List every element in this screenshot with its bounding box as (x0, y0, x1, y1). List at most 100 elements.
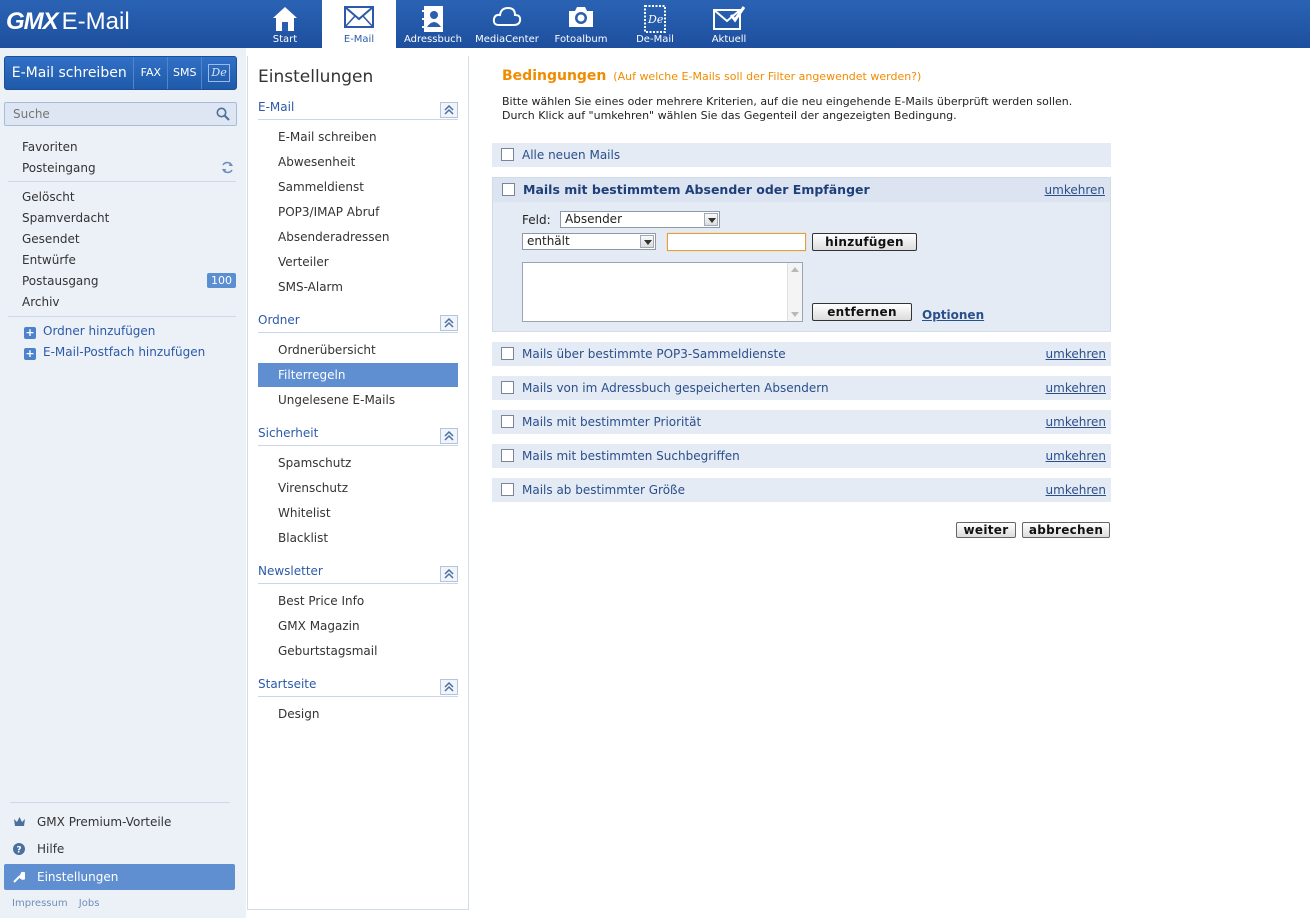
de-mail-compose-button[interactable]: De (202, 57, 236, 89)
nav-tab-start[interactable]: Start (248, 0, 322, 48)
premium-link[interactable]: GMX Premium-Vorteile (4, 809, 235, 835)
settings-item[interactable]: Ordnerübersicht (258, 338, 458, 362)
collapse-button[interactable] (440, 566, 458, 582)
folder-gesendet[interactable]: Gesendet (22, 232, 236, 246)
condition-label[interactable]: Mails über bestimmte POP3-Sammeldienste (522, 347, 786, 361)
options-link[interactable]: Optionen (922, 308, 984, 322)
collapse-button[interactable] (440, 428, 458, 444)
add-folder-link[interactable]: + Ordner hinzufügen (24, 324, 155, 339)
invert-link[interactable]: umkehren (1045, 183, 1105, 197)
sms-button[interactable]: SMS (168, 57, 203, 89)
settings-item[interactable]: Whitelist (258, 501, 458, 525)
condition-checkbox-checked[interactable] (502, 183, 515, 196)
gmx-logo[interactable]: GMX E-Mail (6, 8, 130, 36)
condition-checkbox[interactable] (501, 381, 514, 394)
next-button[interactable]: weiter (956, 522, 1016, 538)
nav-tab-fotoalbum[interactable]: Fotoalbum (544, 0, 618, 48)
nav-tab-email[interactable]: E-Mail (322, 0, 396, 48)
folder-label: Archiv (22, 295, 60, 309)
search-input[interactable] (5, 103, 205, 125)
settings-item[interactable]: Best Price Info (258, 589, 458, 613)
settings-item[interactable]: Virenschutz (258, 476, 458, 500)
footer-links: Impressum Jobs (12, 898, 107, 909)
settings-item[interactable]: Ungelesene E-Mails (258, 388, 458, 412)
settings-item[interactable]: Design (258, 702, 458, 726)
remove-button[interactable]: entfernen (812, 303, 912, 321)
folder-posteingang[interactable]: Posteingang (22, 161, 236, 175)
condition-label[interactable]: Mails ab bestimmter Größe (522, 483, 685, 497)
folder-archiv[interactable]: Archiv (22, 295, 236, 309)
nav-tab-adressbuch[interactable]: Adressbuch (396, 0, 470, 48)
settings-item[interactable]: Spamschutz (258, 451, 458, 475)
add-button[interactable]: hinzufügen (812, 233, 917, 251)
settings-item-active[interactable]: Filterregeln (258, 363, 458, 387)
settings-item[interactable]: GMX Magazin (258, 614, 458, 638)
settings-item[interactable]: Verteiler (258, 250, 458, 274)
condition-label[interactable]: Alle neuen Mails (522, 148, 620, 162)
settings-item[interactable]: Abwesenheit (258, 150, 458, 174)
condition-checkbox[interactable] (501, 347, 514, 360)
operator-select[interactable]: enthält (522, 233, 656, 250)
separator (8, 316, 236, 317)
section-title: Startseite (258, 677, 317, 691)
top-bar: GMX E-Mail Start E-Mail Adressbuch MediaC… (0, 0, 1310, 48)
field-select[interactable]: Absender (560, 211, 720, 228)
settings-item[interactable]: POP3/IMAP Abruf (258, 200, 458, 224)
folder-postausgang[interactable]: Postausgang 100 (22, 273, 236, 288)
fax-button[interactable]: FAX (134, 57, 169, 89)
svg-text:De: De (647, 13, 664, 26)
invert-link[interactable]: umkehren (1046, 449, 1106, 463)
separator (10, 802, 230, 803)
condition-label[interactable]: Mails von im Adressbuch gespeicherten Ab… (522, 381, 829, 395)
invert-link[interactable]: umkehren (1046, 483, 1106, 497)
cancel-button[interactable]: abbrechen (1022, 522, 1110, 538)
folder-spamverdacht[interactable]: Spamverdacht (22, 211, 236, 225)
invert-link[interactable]: umkehren (1046, 381, 1106, 395)
compose-email-button[interactable]: E-Mail schreiben (5, 57, 135, 89)
addressbook-icon (422, 6, 443, 32)
collapse-button[interactable] (440, 102, 458, 118)
settings-item[interactable]: Blacklist (258, 526, 458, 550)
refresh-icon[interactable] (221, 161, 234, 174)
condition-row: Mails ab bestimmter Größe umkehren (492, 478, 1111, 502)
compose-group: E-Mail schreiben FAX SMS De (4, 56, 237, 90)
settings-item[interactable]: E-Mail schreiben (258, 125, 458, 149)
folder-favoriten[interactable]: Favoriten (22, 140, 236, 154)
main-nav: Start E-Mail Adressbuch MediaCenter Foto… (248, 0, 766, 48)
news-envelope-icon (713, 6, 745, 30)
nav-tab-de-mail[interactable]: De De-Mail (618, 0, 692, 48)
help-link[interactable]: ? Hilfe (4, 836, 235, 862)
premium-label: GMX Premium-Vorteile (37, 815, 172, 829)
settings-item[interactable]: SMS-Alarm (258, 275, 458, 299)
condition-checkbox[interactable] (501, 148, 514, 161)
settings-item[interactable]: Geburtstagsmail (258, 639, 458, 663)
folder-geloescht[interactable]: Gelöscht (22, 190, 236, 204)
condition-checkbox[interactable] (501, 449, 514, 462)
condition-checkbox[interactable] (501, 415, 514, 428)
jobs-link[interactable]: Jobs (79, 898, 100, 909)
chevron-down-icon (640, 235, 654, 248)
collapse-button[interactable] (440, 315, 458, 331)
settings-item[interactable]: Absenderadressen (258, 225, 458, 249)
listbox-scrollbar[interactable] (787, 263, 802, 321)
folder-entwuerfe[interactable]: Entwürfe (22, 253, 236, 267)
invert-link[interactable]: umkehren (1046, 347, 1106, 361)
settings-item[interactable]: Sammeldienst (258, 175, 458, 199)
collapse-button[interactable] (440, 679, 458, 695)
settings-link[interactable]: Einstellungen (4, 864, 235, 890)
condition-label[interactable]: Mails mit bestimmtem Absender oder Empfä… (523, 182, 870, 197)
help-label: Hilfe (37, 842, 65, 856)
add-mailbox-link[interactable]: + E-Mail-Postfach hinzufügen (24, 345, 205, 360)
impressum-link[interactable]: Impressum (12, 898, 68, 909)
search-icon[interactable] (216, 107, 230, 121)
condition-label[interactable]: Mails mit bestimmten Suchbegriffen (522, 449, 740, 463)
condition-checkbox[interactable] (501, 483, 514, 496)
criteria-listbox[interactable] (522, 262, 803, 322)
condition-label[interactable]: Mails mit bestimmter Priorität (522, 415, 701, 429)
filter-text-input[interactable] (667, 233, 806, 251)
intro-line: Durch Klick auf "umkehren" wählen Sie da… (502, 109, 957, 122)
nav-tab-aktuell[interactable]: Aktuell (692, 0, 766, 48)
invert-link[interactable]: umkehren (1046, 415, 1106, 429)
nav-tab-mediacenter[interactable]: MediaCenter (470, 0, 544, 48)
add-folder-label: Ordner hinzufügen (43, 324, 156, 338)
